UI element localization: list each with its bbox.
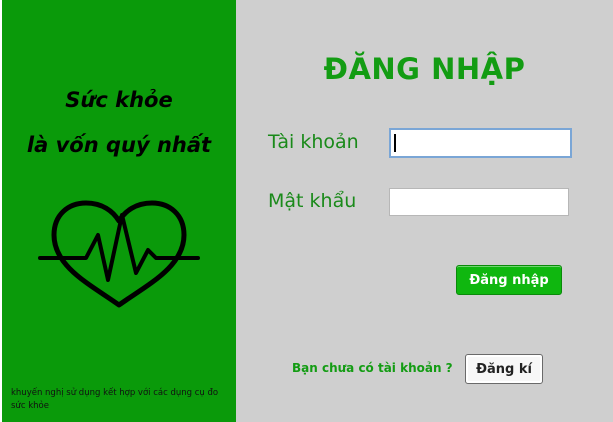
login-panel: ĐĂNG NHẬP Tài khoản Mật khẩu Đăng nhập B… [236,0,613,422]
login-button[interactable]: Đăng nhập [456,265,562,295]
username-label: Tài khoản [268,131,359,153]
left-panel: Sức khỏe là vốn quý nhất khuyến nghị sử … [2,0,236,422]
slogan-line-2: là vốn quý nhất [26,133,212,157]
no-account-text: Bạn chưa có tài khoản ? [292,361,453,375]
heart-pulse-icon [38,200,200,308]
page-title: ĐĂNG NHẬP [323,52,526,86]
username-input[interactable] [389,128,572,158]
password-input[interactable] [389,188,569,216]
usage-note: khuyến nghị sử dụng kết hợp với các dụng… [11,388,219,411]
text-caret [394,134,396,152]
register-button[interactable]: Đăng kí [465,354,543,384]
slogan-line-1: Sức khỏe [65,88,173,112]
password-label: Mật khẩu [268,190,357,212]
